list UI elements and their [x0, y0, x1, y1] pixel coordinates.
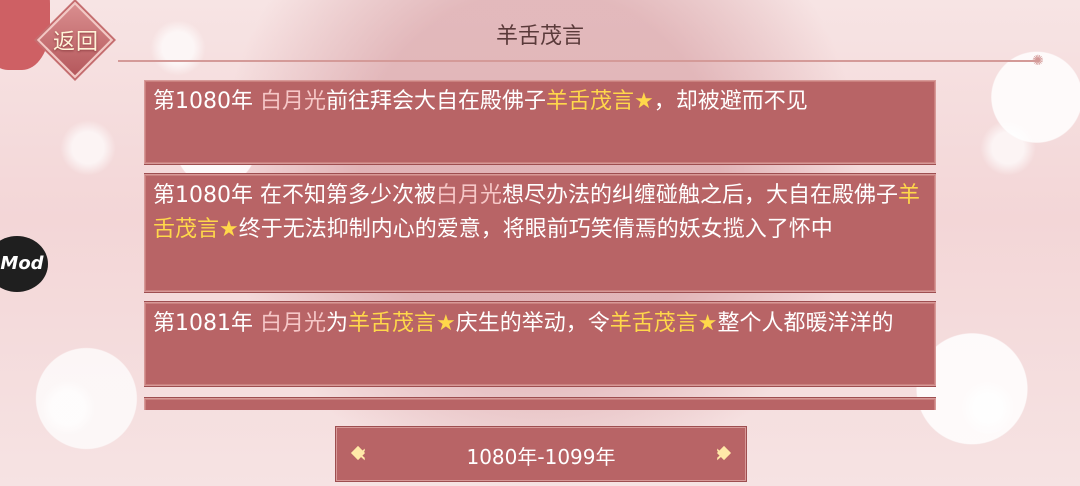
event-entry: 第1080年 白月光前往拜会大自在殿佛子羊舌茂言★，却被避而不见	[144, 80, 936, 164]
event-text: 整个人都暖洋洋的	[717, 311, 894, 336]
title-divider	[118, 60, 1038, 62]
event-entry: 第1081年 白月光为羊舌茂言★庆生的举动，令羊舌茂言★整个人都暖洋洋的	[144, 302, 936, 386]
blossom-decoration	[960, 380, 1016, 436]
next-range-button[interactable]: ›	[701, 428, 739, 480]
blossom-decoration	[60, 120, 116, 176]
npc-name: 羊舌茂言★	[609, 311, 718, 336]
divider-ornament-icon: ✺	[1032, 53, 1044, 69]
event-log-list[interactable]: 第1080年 白月光前往拜会大自在殿佛子羊舌茂言★，却被避而不见 第1080年 …	[144, 80, 936, 410]
mod-button[interactable]: Mod	[0, 236, 48, 292]
event-text: 想尽办法的纠缠碰触之后，大自在殿佛子	[502, 183, 899, 208]
npc-name: 羊舌茂言★	[546, 89, 654, 114]
event-text: 终于无法抑制内心的爱意，将眼前巧笑倩焉的妖女揽入了怀中	[238, 217, 833, 242]
event-text: 为	[326, 311, 349, 336]
character-name: 白月光	[435, 183, 502, 208]
blossom-decoration	[980, 120, 1036, 176]
event-entry-partial	[144, 398, 936, 410]
blossom-decoration	[40, 380, 96, 436]
npc-name: 羊舌茂言★	[348, 311, 456, 336]
event-entry: 第1080年 在不知第多少次被白月光想尽办法的纠缠碰触之后，大自在殿佛子羊舌茂言…	[144, 174, 936, 292]
event-text: 第1080年 在不知第多少次被	[153, 183, 436, 208]
event-text: 第1080年	[153, 89, 260, 114]
character-name: 白月光	[259, 311, 326, 336]
event-text: 第1081年	[153, 311, 260, 336]
character-name: 白月光	[259, 89, 326, 114]
event-text: 前往拜会大自在殿佛子	[326, 89, 547, 114]
event-text: 庆生的举动，令	[455, 311, 610, 336]
year-range-bar: ‹ 1080年-1099年 ›	[336, 427, 746, 481]
right-chevron-icon: ›	[714, 439, 726, 469]
event-text: ，却被避而不见	[653, 89, 808, 114]
year-range-label: 1080年-1099年	[466, 445, 616, 469]
page-title: 羊舌茂言	[495, 24, 584, 49]
